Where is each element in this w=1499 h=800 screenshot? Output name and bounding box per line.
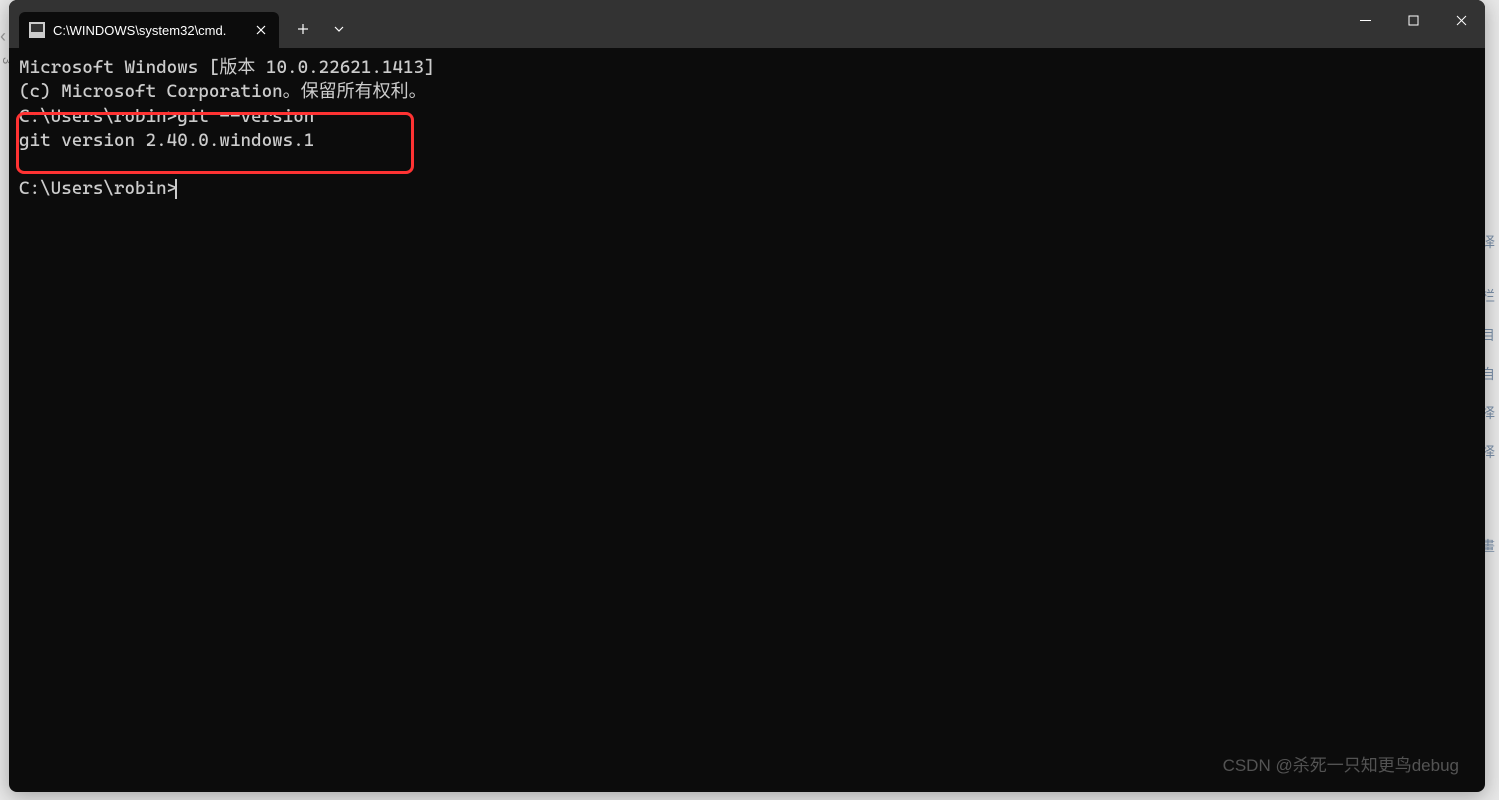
terminal-line-header2: (c) Microsoft Corporation。保留所有权利。 (19, 80, 1475, 104)
plus-icon (297, 23, 309, 35)
watermark-text: CSDN @杀死一只知更鸟debug (1223, 751, 1459, 776)
close-icon (1456, 15, 1467, 26)
close-tab-button[interactable] (253, 22, 269, 38)
window-titlebar[interactable]: C:\WINDOWS\system32\cmd. (9, 0, 1485, 48)
minimize-button[interactable] (1341, 0, 1389, 40)
terminal-line-output1: git version 2.40.0.windows.1 (19, 129, 1475, 153)
terminal-line-blank2 (19, 153, 1475, 177)
tab-title: C:\WINDOWS\system32\cmd. (53, 23, 245, 38)
terminal-line-header1: Microsoft Windows [版本 10.0.22621.1413] (19, 56, 1475, 80)
terminal-line-prompt: C:\Users\robin> (19, 177, 1475, 201)
tab-area: C:\WINDOWS\system32\cmd. (9, 0, 357, 48)
cmd-icon (29, 22, 45, 38)
new-tab-button[interactable] (285, 11, 321, 47)
tab-dropdown-button[interactable] (321, 11, 357, 47)
window-controls (1341, 0, 1485, 40)
cursor (175, 179, 177, 199)
minimize-icon (1360, 15, 1371, 26)
terminal-window: C:\WINDOWS\system32\cmd. (9, 0, 1485, 792)
close-window-button[interactable] (1437, 0, 1485, 40)
terminal-line-command1: C:\Users\robin>git --version (19, 105, 1475, 129)
maximize-icon (1408, 15, 1419, 26)
terminal-body[interactable]: Microsoft Windows [版本 10.0.22621.1413] (… (9, 48, 1485, 210)
maximize-button[interactable] (1389, 0, 1437, 40)
close-icon (256, 25, 266, 35)
tab-cmd[interactable]: C:\WINDOWS\system32\cmd. (19, 12, 279, 48)
browser-back-arrow[interactable]: ‹ (0, 26, 6, 47)
chevron-down-icon (334, 26, 344, 32)
